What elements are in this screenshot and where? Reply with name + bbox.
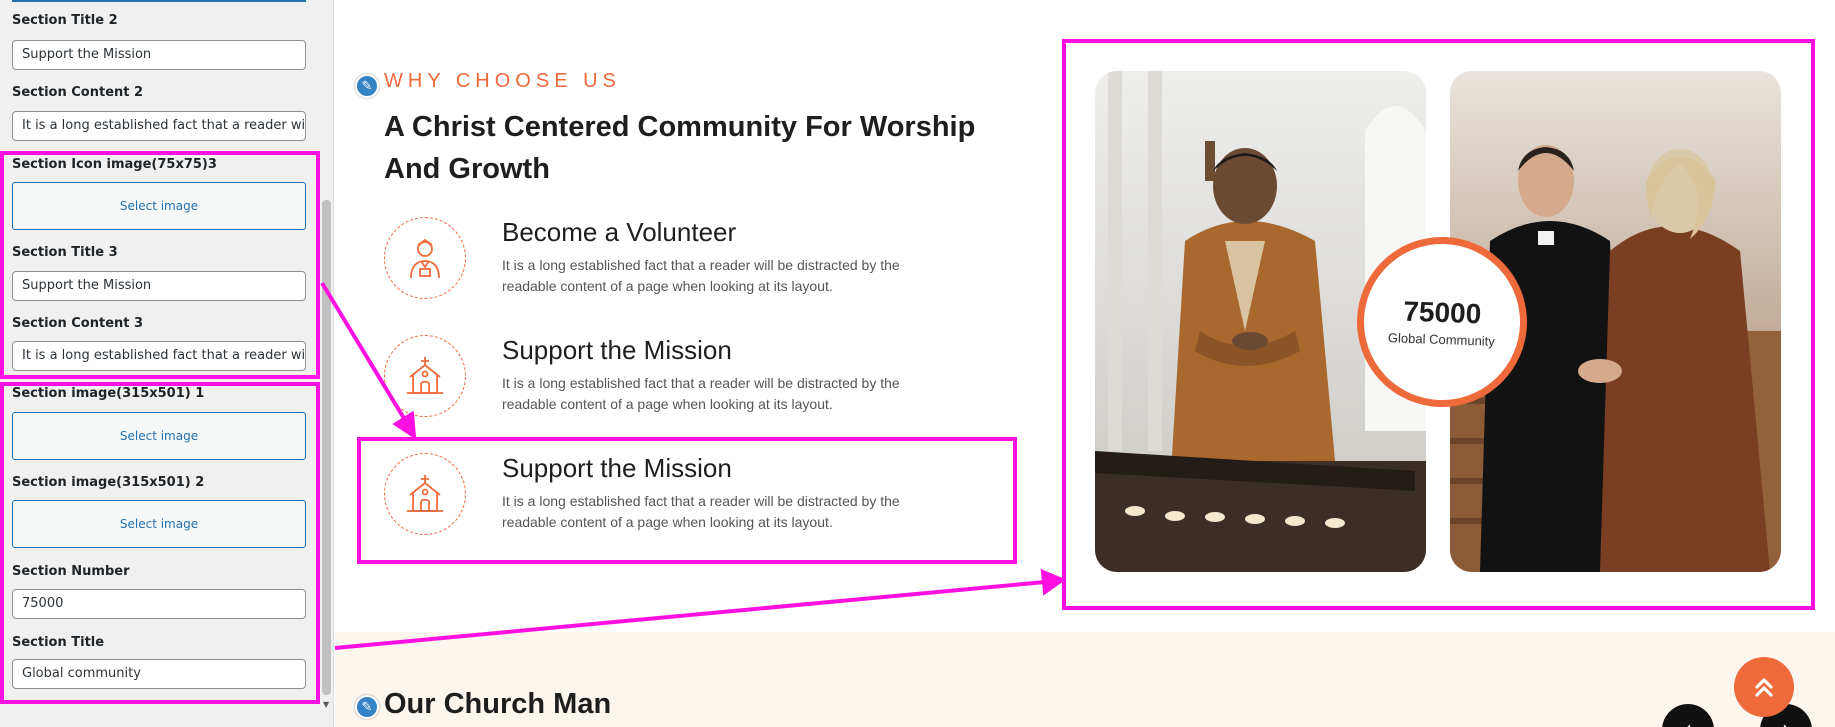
feature-text: It is a long established fact that a rea… (502, 257, 900, 294)
screen: Section Title 2 Support the Mission Sect… (0, 0, 1835, 727)
panel-top-border (12, 0, 306, 2)
church-icon (384, 335, 466, 417)
feature-item: Support the Mission It is a long establi… (384, 335, 944, 425)
edit-shortcut-pencil-icon[interactable]: ✎ (355, 74, 379, 98)
highlight-panel-images-and-stat (0, 382, 320, 704)
highlight-panel-group-3 (0, 151, 320, 379)
section-title-2-input[interactable]: Support the Mission (12, 40, 306, 70)
panel-scrollbar[interactable] (322, 200, 331, 695)
scroll-to-top-button[interactable] (1734, 657, 1794, 717)
chevron-right-icon: › (1782, 716, 1790, 727)
feature-text: It is a long established fact that a rea… (502, 375, 900, 412)
chevron-left-icon: ‹ (1684, 716, 1692, 727)
section-kicker: WHY CHOOSE US (384, 70, 621, 92)
feature-title: Become a Volunteer (502, 217, 737, 247)
section-heading: A Christ Centered Community For Worship … (384, 111, 976, 185)
field-label-section-content-2: Section Content 2 (12, 85, 144, 100)
next-section-title: Our Church Man (384, 688, 612, 720)
volunteer-icon (384, 217, 466, 299)
double-chevron-up-icon (1755, 678, 1773, 697)
highlight-feature-3 (357, 437, 1017, 564)
section-content-2-input[interactable]: It is a long established fact that a rea… (12, 111, 306, 141)
field-label-section-title-2: Section Title 2 (12, 13, 118, 28)
feature-item: Become a Volunteer It is a long establis… (384, 217, 944, 307)
scroll-down-arrow-icon[interactable]: ▼ (323, 700, 329, 709)
highlight-photo-area (1062, 39, 1815, 610)
feature-title: Support the Mission (502, 335, 732, 365)
edit-shortcut-pencil-icon[interactable]: ✎ (355, 695, 379, 719)
